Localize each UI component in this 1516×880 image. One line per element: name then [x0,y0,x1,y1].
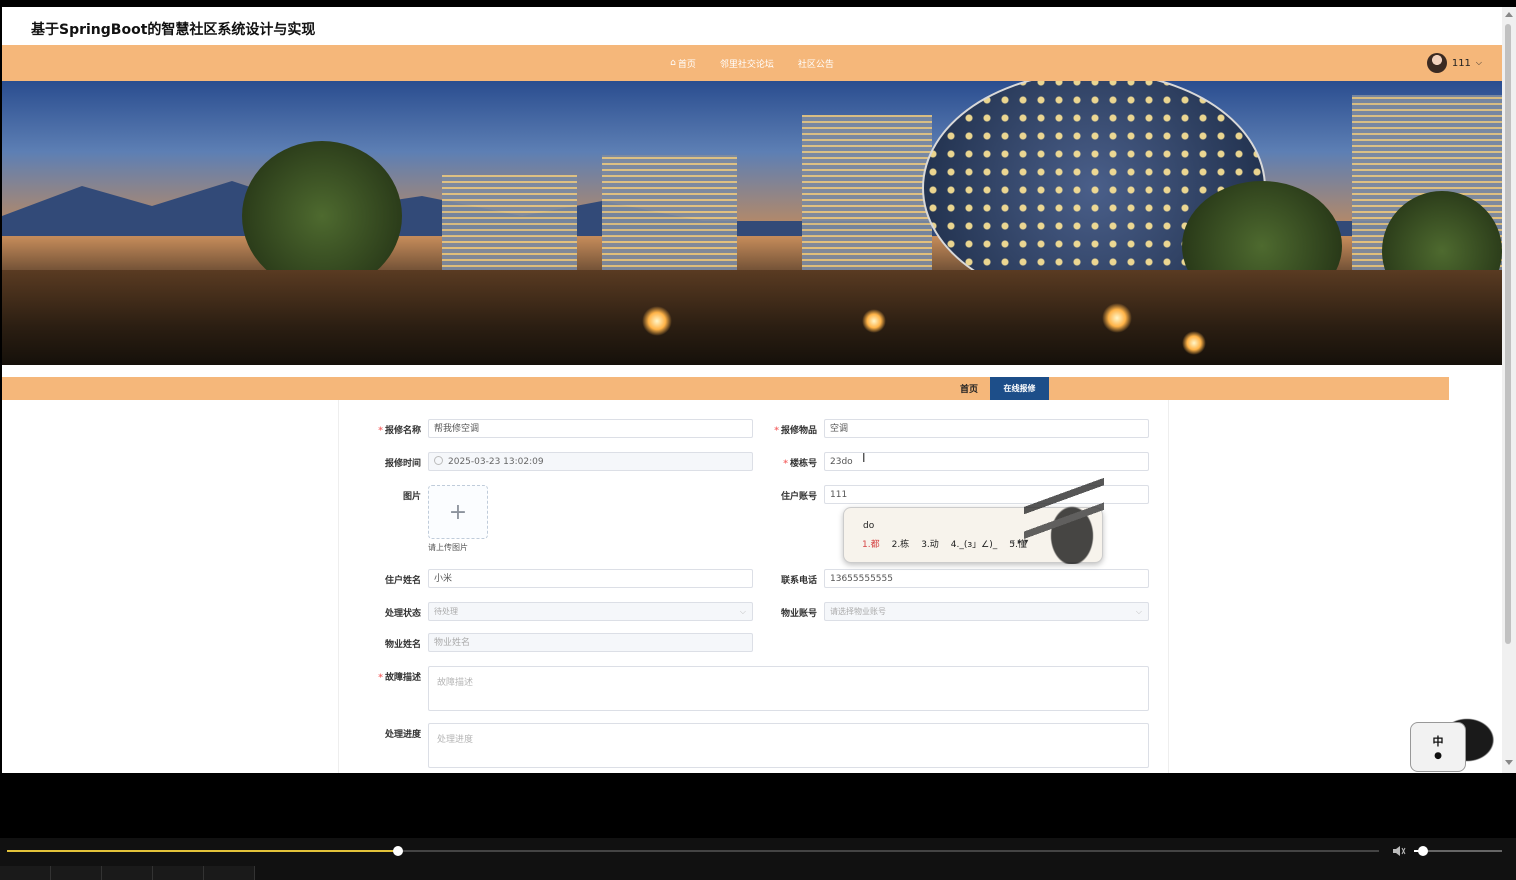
item-label: * 报修物品 [774,426,817,436]
phone-input[interactable]: 13655555555 [824,569,1149,588]
user-menu[interactable]: 111 ⌵ [1426,53,1482,73]
prop-name-input[interactable]: 物业姓名 [428,633,753,652]
banner-light [862,309,886,333]
resident-name-input[interactable]: 小米 [428,569,753,588]
plus-icon: + [448,499,468,525]
upload-hint: 请上传图片 [428,543,468,552]
image-upload-button[interactable]: + [428,485,488,539]
prop-account-label: 物业账号 [780,609,817,619]
progress-textarea[interactable]: 处理进度 [428,723,1149,768]
breadcrumb-home[interactable]: 首页 [960,382,978,395]
chevron-down-icon: ⌵ [739,607,746,616]
ime-candidate[interactable]: 1.都 [862,537,880,550]
status-value: 待处理 [434,607,458,616]
player-tab[interactable] [0,866,51,880]
banner-light [1182,331,1206,355]
prop-account-placeholder: 请选择物业账号 [830,607,886,616]
fault-textarea[interactable]: 故障描述 [428,666,1149,711]
player-tab[interactable] [102,866,153,880]
avatar [1426,53,1447,73]
prop-account-select[interactable]: 请选择物业账号 ⌵ [824,602,1149,621]
video-player-controls [0,838,1516,880]
image-label: 图片 [402,492,421,502]
ime-cat-icon: ● [1434,751,1442,761]
banner-building [802,115,932,295]
fault-label: * 故障描述 [378,673,421,683]
repair-name-input[interactable]: 帮我修空调 [428,419,753,438]
player-tab-strip [0,866,255,880]
status-select[interactable]: 待处理 ⌵ [428,602,753,621]
chevron-down-icon: ⌵ [1135,607,1142,616]
account-label: 住户账号 [780,492,817,502]
building-label: * 楼栋号 [783,459,817,469]
progress-fill [7,850,399,852]
banner-tree [242,141,402,291]
status-label: 处理状态 [384,609,421,619]
banner-image [2,81,1502,365]
ime-candidate-window: do 1.都 2.栋 3.动 4._(ɜ」∠)_ 5.懂 ‹ ▸ ▾ [843,470,1104,564]
banner-light [1102,303,1132,333]
resident-name-label: 住户姓名 [384,576,421,586]
nav-item-forum-label: 邻里社交论坛 [719,59,774,70]
player-tab[interactable] [51,866,102,880]
prop-name-label: 物业姓名 [384,640,421,650]
name-label: * 报修名称 [378,426,421,436]
banner-light [642,306,672,336]
text-cursor-icon: I [862,451,866,465]
volume-icon[interactable] [1392,845,1406,857]
nav-item-notice-label: 社区公告 [797,59,834,70]
repair-time-input[interactable]: 2025-03-23 13:02:09 [428,452,753,471]
home-icon: ⌂ [670,58,676,68]
ime-page-nav[interactable]: ‹ ▸ ▾ [1012,537,1028,546]
nav-item-home[interactable]: ⌂ 首页 [670,57,696,70]
progress-knob[interactable] [393,846,404,856]
user-name: 111 [1451,57,1471,69]
repair-item-input[interactable]: 空调 [824,419,1149,438]
chevron-down-icon: ⌵ [1475,58,1482,67]
ime-candidate[interactable]: 3.动 [921,537,939,550]
ime-composition: do [863,521,875,531]
ime-candidate-list: 1.都 2.栋 3.动 4._(ɜ」∠)_ 5.懂 [862,537,1027,550]
banner-ground [2,270,1502,365]
bamboo-decoration-icon [1024,470,1104,564]
time-label: 报修时间 [384,459,421,469]
top-navbar: ⌂ 首页 邻里社交论坛 社区公告 111 ⌵ [2,45,1502,81]
ime-status-button[interactable]: 中 ● [1410,722,1466,772]
ime-candidate[interactable]: 4._(ɜ」∠)_ [951,537,997,550]
nav-item-home-label: 首页 [677,59,696,70]
clock-icon [434,456,443,465]
scrollbar-thumb[interactable] [1505,24,1511,644]
nav-menu: ⌂ 首页 邻里社交论坛 社区公告 [2,45,1502,81]
phone-label: 联系电话 [780,576,817,586]
nav-item-forum[interactable]: 邻里社交论坛 [720,57,774,70]
breadcrumb-current[interactable]: 在线报修 [990,377,1049,400]
ime-candidate[interactable]: 2.栋 [892,537,910,550]
building-input[interactable]: 23do [824,452,1149,471]
nav-item-notice[interactable]: 社区公告 [798,57,834,70]
breadcrumb: 首页 在线报修 [2,377,1449,400]
repair-time-value: 2025-03-23 13:02:09 [448,457,544,467]
scroll-down-icon[interactable] [1505,760,1513,765]
player-tab[interactable] [204,866,255,880]
player-tab[interactable] [153,866,204,880]
volume-slider[interactable] [1414,846,1502,856]
site-title: 基于SpringBoot的智慧社区系统设计与实现 [31,22,316,38]
scroll-up-icon[interactable] [1505,12,1513,17]
progress-bar[interactable] [7,846,1379,856]
progress-label: 处理进度 [384,730,421,740]
volume-knob[interactable] [1417,846,1428,856]
ime-mode: 中 [1432,735,1444,748]
browser-viewport: 基于SpringBoot的智慧社区系统设计与实现 ⌂ 首页 邻里社交论坛 社区公… [2,7,1502,773]
